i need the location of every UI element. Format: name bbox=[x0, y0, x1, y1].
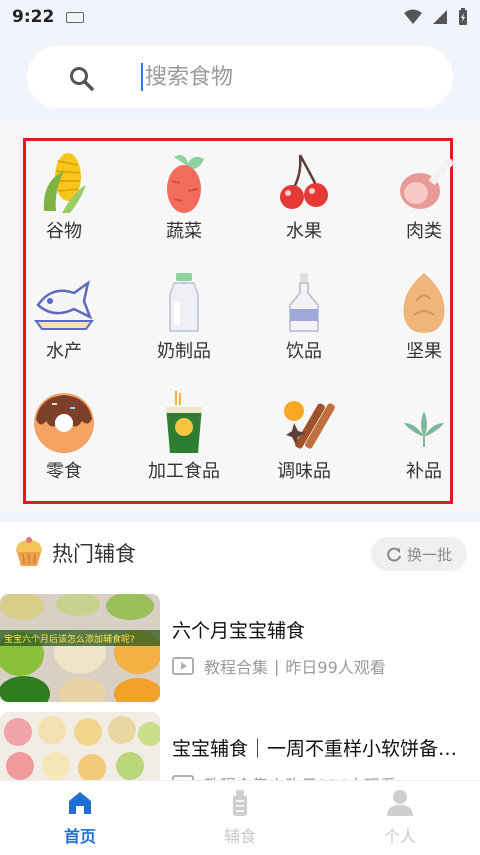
refresh-icon bbox=[387, 547, 401, 562]
recipe-card[interactable]: 宝宝辅食｜一周不重样小软饼备… 教程合集 | 昨日214人观看 bbox=[0, 712, 480, 780]
refresh-button[interactable]: 换一批 bbox=[371, 537, 467, 571]
category-fruit[interactable]: 水果 bbox=[259, 151, 349, 261]
category-label: 零食 bbox=[46, 461, 82, 482]
tab-profile[interactable]: 个人 bbox=[340, 789, 460, 851]
keyboard-icon bbox=[66, 11, 85, 23]
category-seasoning[interactable]: 调味品 bbox=[259, 391, 349, 501]
recipe-meta: 教程合集 | 昨日214人观看 bbox=[172, 772, 396, 780]
baby-bottle-icon bbox=[233, 790, 247, 816]
search-section bbox=[0, 34, 480, 122]
category-snack[interactable]: 零食 bbox=[19, 391, 109, 501]
category-grid: 谷物 蔬菜 水果 肉类 水产 奶制品 饮品 坚果 零食 加工食品 调味品 补品 bbox=[23, 138, 453, 504]
category-grain[interactable]: 谷物 bbox=[19, 151, 109, 261]
person-icon bbox=[387, 790, 413, 816]
cherry-icon bbox=[280, 154, 328, 209]
category-panel: 谷物 蔬菜 水果 肉类 水产 奶制品 饮品 坚果 零食 加工食品 调味品 补品 bbox=[0, 122, 480, 510]
spice-icon bbox=[284, 401, 335, 449]
hot-title: 热门辅食 bbox=[52, 542, 136, 566]
category-label: 补品 bbox=[406, 461, 442, 482]
category-vegetable[interactable]: 蔬菜 bbox=[139, 151, 229, 261]
category-nut[interactable]: 坚果 bbox=[379, 271, 469, 381]
tab-label: 首页 bbox=[63, 827, 96, 846]
category-dairy[interactable]: 奶制品 bbox=[139, 271, 229, 381]
category-seafood[interactable]: 水产 bbox=[19, 271, 109, 381]
category-label: 奶制品 bbox=[157, 341, 211, 362]
recipe-views: 昨日99人观看 bbox=[285, 658, 386, 677]
category-label: 水果 bbox=[286, 221, 322, 242]
donut-icon bbox=[34, 393, 94, 453]
category-label: 调味品 bbox=[277, 461, 331, 482]
category-drink[interactable]: 饮品 bbox=[259, 271, 349, 381]
status-bar: 9:22 bbox=[0, 0, 480, 34]
drink-bottle-icon bbox=[289, 273, 319, 332]
status-time: 9:22 bbox=[12, 7, 55, 27]
home-icon bbox=[69, 792, 91, 814]
carrot-icon bbox=[167, 155, 204, 213]
category-label: 谷物 bbox=[46, 221, 82, 242]
category-label: 蔬菜 bbox=[166, 221, 202, 242]
bottom-tab-bar: 首页 辅食 个人 bbox=[0, 780, 480, 855]
hot-section: 热门辅食 换一批 宝宝六个月后该怎么添加辅食呢? 六个月宝宝辅食 教程合集 | … bbox=[0, 522, 480, 780]
recipe-tag: 教程合集 bbox=[204, 658, 269, 677]
cup-noodle-icon bbox=[166, 391, 202, 453]
search-input[interactable] bbox=[145, 58, 435, 96]
category-label: 水产 bbox=[46, 341, 82, 362]
nut-icon bbox=[403, 273, 445, 333]
recipe-views: 昨日214人观看 bbox=[285, 772, 396, 780]
hot-header: 热门辅食 换一批 bbox=[0, 522, 480, 584]
category-label: 饮品 bbox=[286, 341, 322, 362]
herb-icon bbox=[404, 411, 444, 447]
tab-home[interactable]: 首页 bbox=[20, 789, 140, 851]
recipe-thumbnail[interactable]: 宝宝六个月后该怎么添加辅食呢? bbox=[0, 594, 160, 702]
battery-icon bbox=[459, 8, 467, 25]
search-bar[interactable] bbox=[27, 46, 453, 108]
recipe-thumbnail[interactable] bbox=[0, 712, 160, 780]
recipe-title: 六个月宝宝辅食 bbox=[172, 620, 306, 642]
tab-label: 辅食 bbox=[223, 827, 256, 846]
tab-label: 个人 bbox=[383, 827, 416, 846]
recipe-meta: 教程合集 | 昨日99人观看 bbox=[172, 654, 386, 678]
refresh-label: 换一批 bbox=[406, 545, 452, 564]
category-processed[interactable]: 加工食品 bbox=[139, 391, 229, 501]
tab-complementary-food[interactable]: 辅食 bbox=[180, 789, 300, 851]
category-label: 坚果 bbox=[406, 341, 442, 362]
fish-icon bbox=[34, 280, 94, 330]
signal-icon bbox=[433, 10, 447, 24]
category-label: 肉类 bbox=[406, 221, 442, 242]
video-icon bbox=[172, 657, 194, 675]
recipe-title: 宝宝辅食｜一周不重样小软饼备… bbox=[172, 738, 458, 760]
recipe-tag: 教程合集 bbox=[204, 772, 268, 780]
wifi-icon bbox=[404, 9, 422, 24]
meta-separator: | bbox=[274, 656, 280, 676]
corn-icon bbox=[43, 153, 86, 213]
recipe-card[interactable]: 宝宝六个月后该怎么添加辅食呢? 六个月宝宝辅食 教程合集 | 昨日99人观看 bbox=[0, 594, 480, 704]
cupcake-icon bbox=[16, 537, 42, 566]
thumbnail-caption: 宝宝六个月后该怎么添加辅食呢? bbox=[4, 635, 135, 645]
category-supplement[interactable]: 补品 bbox=[379, 391, 469, 501]
ham-icon bbox=[400, 158, 453, 209]
search-icon[interactable] bbox=[69, 66, 95, 92]
category-label: 加工食品 bbox=[148, 461, 220, 482]
category-meat[interactable]: 肉类 bbox=[379, 151, 469, 261]
text-cursor bbox=[141, 63, 143, 91]
milk-bottle-icon bbox=[169, 273, 199, 332]
